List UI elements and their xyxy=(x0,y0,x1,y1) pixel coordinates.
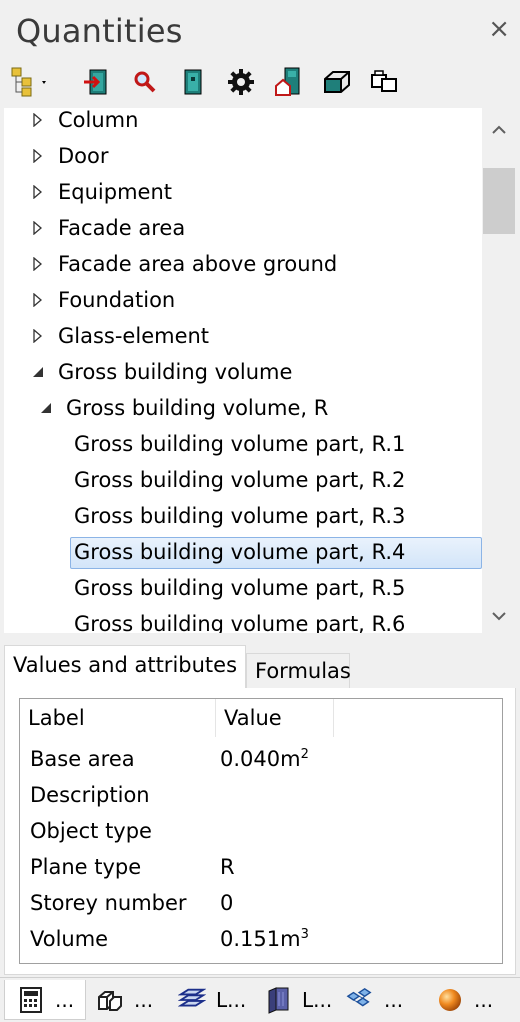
tree-item-gross-building-volume-r[interactable]: Gross building volume, R xyxy=(4,391,482,425)
column-header-label[interactable]: Label xyxy=(20,699,216,737)
tree-item-label: Facade area above ground xyxy=(58,252,338,276)
attribute-label: Volume xyxy=(30,927,109,951)
surface-icon[interactable] xyxy=(320,64,354,100)
tree-item-r4[interactable]: Gross building volume part, R.4 xyxy=(4,535,482,569)
tree-item-label: Gross building volume, R xyxy=(66,396,329,420)
expand-arrow-icon[interactable] xyxy=(30,139,46,173)
attribute-row[interactable]: Base area 0.040m2 xyxy=(20,741,502,777)
tree-item-label: Gross building volume part, R.3 xyxy=(74,504,406,528)
tree-item-label: Glass-element xyxy=(58,324,210,348)
tree-item-equipment[interactable]: Equipment xyxy=(4,175,482,209)
tree-item-r6[interactable]: Gross building volume part, R.6 xyxy=(4,607,482,633)
panel-titlebar: Quantities × xyxy=(0,0,520,62)
attribute-row[interactable]: Plane type R xyxy=(20,849,502,885)
attribute-label: Storey number xyxy=(30,891,187,915)
tree-item-label: Gross building volume xyxy=(58,360,293,384)
tree-item-label: Gross building volume part, R.6 xyxy=(74,612,406,633)
expand-arrow-icon[interactable] xyxy=(30,283,46,317)
expand-arrow-icon[interactable] xyxy=(30,108,46,137)
bottom-tab-label: L... xyxy=(302,988,333,1012)
toolbar xyxy=(6,64,516,102)
detail-tabs: Values and attributes Formulas xyxy=(4,645,516,689)
attribute-row[interactable]: Volume 0.151m3 xyxy=(20,921,502,957)
tab-values-and-attributes[interactable]: Values and attributes xyxy=(4,645,246,689)
tree-item-label: Equipment xyxy=(58,180,172,204)
bottom-tab-network[interactable]: ... xyxy=(346,980,426,1020)
tree-view-icon[interactable] xyxy=(6,64,54,100)
tree-item-glass-element[interactable]: Glass-element xyxy=(4,319,482,353)
scroll-down-icon[interactable] xyxy=(482,598,516,634)
attribute-row[interactable]: Object type xyxy=(20,813,502,849)
column-header-value[interactable]: Value xyxy=(216,699,334,737)
export-icon[interactable] xyxy=(80,64,114,100)
tree-item-column[interactable]: Column xyxy=(4,108,482,137)
tree-item-label: Facade area xyxy=(58,216,186,240)
tree-item-r3[interactable]: Gross building volume part, R.3 xyxy=(4,499,482,533)
quantities-tree[interactable]: Column Door Equipment Facade area Facade… xyxy=(4,108,482,633)
bottom-tab-bar: ... ... L... L... ... ... xyxy=(0,977,520,1022)
grid-header: Label Value xyxy=(20,699,502,737)
layers-icon xyxy=(178,986,206,1014)
attribute-value: 0.151m3 xyxy=(220,927,309,951)
3d-boxes-icon xyxy=(96,986,124,1014)
bottom-tab-label: ... xyxy=(384,988,404,1012)
tree-item-label: Foundation xyxy=(58,288,176,312)
render-sphere-icon xyxy=(436,986,464,1014)
bottom-tab-label: L... xyxy=(216,988,247,1012)
expand-arrow-icon[interactable] xyxy=(30,175,46,209)
book-icon[interactable] xyxy=(176,64,210,100)
bottom-tab-quantities[interactable]: ... xyxy=(4,980,86,1020)
tree-item-label: Gross building volume part, R.1 xyxy=(74,432,406,456)
attribute-label: Object type xyxy=(30,819,152,843)
tree-item-label: Door xyxy=(58,144,109,168)
attribute-label: Plane type xyxy=(30,855,142,879)
bottom-tab-library[interactable]: L... xyxy=(264,980,344,1020)
calculator-icon xyxy=(17,986,45,1014)
expand-arrow-icon[interactable] xyxy=(30,319,46,353)
tree-item-r5[interactable]: Gross building volume part, R.5 xyxy=(4,571,482,605)
copy-objects-icon[interactable] xyxy=(368,64,402,100)
collapse-arrow-icon[interactable] xyxy=(38,391,54,425)
tree-item-r1[interactable]: Gross building volume part, R.1 xyxy=(4,427,482,461)
bottom-tab-objects[interactable]: ... xyxy=(96,980,176,1020)
panel-title: Quantities xyxy=(16,12,183,50)
tree-item-r2[interactable]: Gross building volume part, R.2 xyxy=(4,463,482,497)
bottom-tab-label: ... xyxy=(474,988,494,1012)
gear-icon[interactable] xyxy=(224,64,258,100)
scroll-up-icon[interactable] xyxy=(482,112,516,148)
bottom-tab-render[interactable]: ... xyxy=(436,980,516,1020)
attribute-label: Description xyxy=(30,783,150,807)
network-icon xyxy=(346,986,374,1014)
tree-item-label: Gross building volume part, R.5 xyxy=(74,576,406,600)
values-panel: Label Value Base area 0.040m2 Descriptio… xyxy=(4,688,516,975)
attribute-label: Base area xyxy=(30,747,135,771)
bottom-tab-label: ... xyxy=(134,988,154,1012)
bottom-tab-label: ... xyxy=(55,987,75,1012)
tree-item-facade-area-above-ground[interactable]: Facade area above ground xyxy=(4,247,482,281)
attribute-value: 0 xyxy=(220,891,234,915)
scroll-thumb[interactable] xyxy=(483,168,515,234)
tree-item-label: Gross building volume part, R.4 xyxy=(74,540,406,564)
library-book-icon xyxy=(264,986,292,1014)
close-icon[interactable]: × xyxy=(488,16,510,42)
building-icon[interactable] xyxy=(272,64,306,100)
tree-item-door[interactable]: Door xyxy=(4,139,482,173)
expand-arrow-icon[interactable] xyxy=(30,211,46,245)
tree-item-gross-building-volume[interactable]: Gross building volume xyxy=(4,355,482,389)
attribute-value: 0.040m2 xyxy=(220,747,309,771)
expand-arrow-icon[interactable] xyxy=(30,247,46,281)
collapse-arrow-icon[interactable] xyxy=(30,355,46,389)
attribute-value: R xyxy=(220,855,235,879)
tree-scrollbar[interactable] xyxy=(482,108,516,633)
attribute-row[interactable]: Description xyxy=(20,777,502,813)
tree-item-facade-area[interactable]: Facade area xyxy=(4,211,482,245)
search-icon[interactable] xyxy=(128,64,162,100)
bottom-tab-layers[interactable]: L... xyxy=(178,980,258,1020)
tree-item-foundation[interactable]: Foundation xyxy=(4,283,482,317)
tree-item-label: Gross building volume part, R.2 xyxy=(74,468,406,492)
attribute-row[interactable]: Storey number 0 xyxy=(20,885,502,921)
tab-formulas[interactable]: Formulas xyxy=(246,653,351,689)
attributes-grid: Label Value Base area 0.040m2 Descriptio… xyxy=(19,698,503,964)
tree-item-label: Column xyxy=(58,108,139,132)
